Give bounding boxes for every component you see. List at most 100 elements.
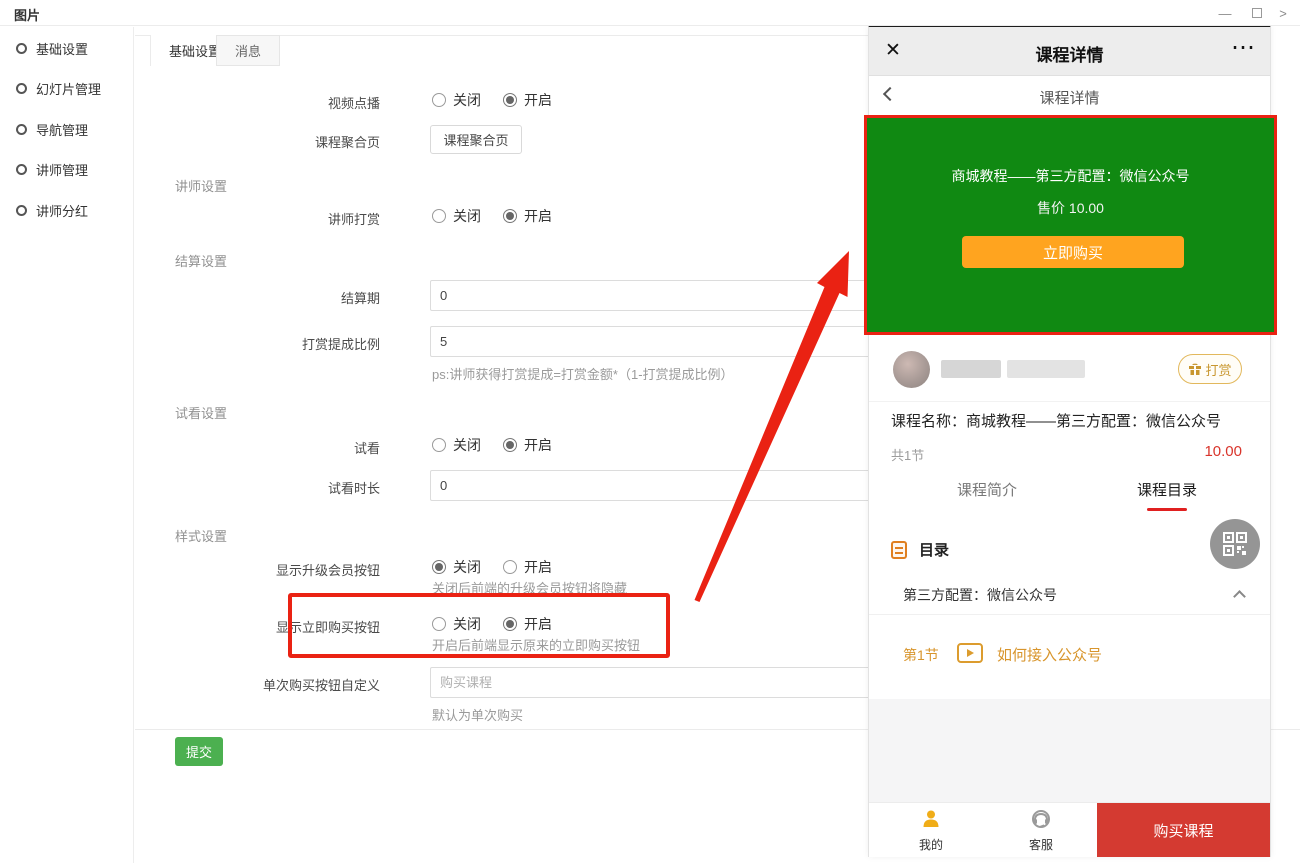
show-buy-now-note: 开启后前端显示原来的立即购买按钮 xyxy=(432,635,640,654)
document-icon xyxy=(891,541,907,559)
maximize-icon xyxy=(1252,8,1262,18)
radio-option[interactable]: 关闭 xyxy=(432,435,481,455)
phone-footer: 我的 客服 购买课程 xyxy=(869,802,1270,857)
radio-label: 关闭 xyxy=(453,435,481,455)
qr-code-icon xyxy=(1223,532,1247,556)
chevron-right-icon[interactable]: > xyxy=(1268,0,1298,26)
field-label-reward-rate: 打赏提成比例 xyxy=(135,334,380,353)
reward-rate-note: ps:讲师获得打赏提成=打赏金额*（1-打赏提成比例） xyxy=(432,364,734,383)
lesson-title: 如何接入公众号 xyxy=(997,644,1102,665)
radio-label: 关闭 xyxy=(453,614,481,634)
footer-service[interactable]: 客服 xyxy=(1011,809,1071,853)
buy-button-custom-note: 默认为单次购买 xyxy=(432,705,523,724)
avatar xyxy=(893,351,930,388)
field-label-show-upgrade: 显示升级会员按钮 xyxy=(135,560,380,579)
radio-group-show-upgrade: 关闭 开启 xyxy=(432,557,552,577)
section-lecturer: 讲师设置 xyxy=(175,176,227,195)
lecturer-name-blur xyxy=(1007,360,1085,378)
video-icon xyxy=(957,643,983,663)
sidebar-item-slides[interactable]: 幻灯片管理 xyxy=(16,78,101,98)
course-name: 课程名称：商城教程——第三方配置：微信公众号 xyxy=(891,410,1251,431)
submit-button[interactable]: 提交 xyxy=(175,737,223,766)
radio-label: 开启 xyxy=(524,206,552,226)
buy-now-button[interactable]: 立即购买 xyxy=(962,236,1184,268)
wechat-title: 课程详情 xyxy=(869,41,1270,66)
radio-circle-icon xyxy=(432,617,446,631)
radio-circle-icon xyxy=(503,560,517,574)
course-price: 10.00 xyxy=(1204,443,1242,460)
tab-course-catalog[interactable]: 课程目录 xyxy=(1107,479,1227,500)
reward-button[interactable]: 打赏 xyxy=(1178,354,1242,384)
gift-icon xyxy=(1188,362,1202,376)
radio-option[interactable]: 关闭 xyxy=(432,614,481,634)
radio-option[interactable]: 开启 xyxy=(503,435,552,455)
radio-label: 关闭 xyxy=(453,206,481,226)
radio-circle-icon xyxy=(503,438,517,452)
radio-group-trial: 关闭 开启 xyxy=(432,435,552,455)
radio-label: 开启 xyxy=(524,557,552,577)
field-label-settle-period: 结算期 xyxy=(135,288,380,307)
lesson-number: 第1节 xyxy=(903,645,939,665)
banner-price: 售价 10.00 xyxy=(867,198,1274,218)
radio-group-video-od: 关闭 开启 xyxy=(432,90,552,110)
person-icon xyxy=(921,809,941,829)
radio-circle-icon xyxy=(503,93,517,107)
field-label-video-od: 视频点播 xyxy=(135,93,380,112)
field-label-buy-button-custom: 单次购买按钮自定义 xyxy=(135,675,380,694)
footer-mine[interactable]: 我的 xyxy=(901,809,961,853)
section-settlement: 结算设置 xyxy=(175,251,227,270)
course-aggregation-button[interactable]: 课程聚合页 xyxy=(430,125,522,154)
page-nav: 课程详情 xyxy=(869,76,1270,116)
circle-icon xyxy=(16,124,27,135)
chapter-row[interactable]: 第三方配置：微信公众号 xyxy=(869,575,1270,615)
radio-group-show-buy-now: 关闭 开启 xyxy=(432,614,552,634)
window-title: 图片 xyxy=(14,5,40,24)
wechat-header: ✕ 课程详情 ⋯ xyxy=(869,27,1270,76)
headset-icon xyxy=(1031,809,1051,829)
minimize-button[interactable]: — xyxy=(1210,0,1240,26)
lesson-count: 共1节 xyxy=(891,445,924,464)
field-label-trial-duration: 试看时长 xyxy=(135,478,380,497)
sidebar-item-basic-settings[interactable]: 基础设置 xyxy=(16,38,88,58)
lesson-row[interactable]: 第1节 如何接入公众号 xyxy=(879,627,1262,683)
circle-icon xyxy=(16,43,27,54)
chevron-up-icon[interactable] xyxy=(1233,590,1246,603)
active-tab-underline xyxy=(1147,508,1187,511)
radio-option[interactable]: 关闭 xyxy=(432,557,481,577)
content-background xyxy=(869,699,1270,802)
tab-course-intro[interactable]: 课程简介 xyxy=(927,479,1047,500)
sidebar: 基础设置 幻灯片管理 导航管理 讲师管理 讲师分红 xyxy=(0,27,134,863)
radio-circle-icon xyxy=(432,209,446,223)
radio-option[interactable]: 开启 xyxy=(503,614,552,634)
radio-option[interactable]: 关闭 xyxy=(432,90,481,110)
banner-course-title: 商城教程——第三方配置：微信公众号 xyxy=(867,166,1274,186)
radio-label: 开启 xyxy=(524,90,552,110)
radio-circle-icon xyxy=(503,617,517,631)
radio-circle-icon xyxy=(503,209,517,223)
sidebar-item-lecturers[interactable]: 讲师管理 xyxy=(16,159,88,179)
radio-label: 关闭 xyxy=(453,90,481,110)
radio-option[interactable]: 开启 xyxy=(503,90,552,110)
footer-buy-course-button[interactable]: 购买课程 xyxy=(1097,803,1270,857)
tab-message[interactable]: 消息 xyxy=(216,35,280,66)
circle-icon xyxy=(16,205,27,216)
field-label-trial: 试看 xyxy=(135,438,380,457)
qr-code-button[interactable] xyxy=(1210,519,1260,569)
section-trial: 试看设置 xyxy=(175,403,227,422)
settings-form: 基础设置 消息 视频点播 关闭开启 课程聚合页 课程聚合页 讲师设置 讲师打赏 … xyxy=(135,27,868,863)
radio-option[interactable]: 开启 xyxy=(503,557,552,577)
sidebar-item-lecturer-bonus[interactable]: 讲师分红 xyxy=(16,200,88,220)
field-label-course-agg: 课程聚合页 xyxy=(135,132,380,151)
lecturer-row: 打赏 xyxy=(869,338,1270,402)
catalog-header: 目录 xyxy=(891,539,949,560)
page-nav-title: 课程详情 xyxy=(869,87,1270,108)
more-icon[interactable]: ⋯ xyxy=(1231,33,1256,62)
section-style: 样式设置 xyxy=(175,526,227,545)
radio-option[interactable]: 关闭 xyxy=(432,206,481,226)
window-titlebar: 图片 — > xyxy=(0,0,1300,26)
radio-option[interactable]: 开启 xyxy=(503,206,552,226)
radio-group-lecturer-reward: 关闭 开启 xyxy=(432,206,552,226)
radio-circle-icon xyxy=(432,438,446,452)
field-label-lecturer-reward: 讲师打赏 xyxy=(135,209,380,228)
sidebar-item-navigation[interactable]: 导航管理 xyxy=(16,119,88,139)
